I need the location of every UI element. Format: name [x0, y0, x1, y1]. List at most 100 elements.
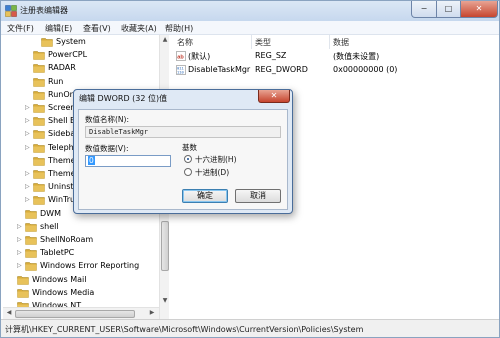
folder-icon: [33, 77, 45, 87]
tree-item-label: PowerCPL: [48, 50, 88, 60]
tree-item-label: Windows Mail: [32, 274, 87, 284]
expand-arrow-icon[interactable]: ▷: [25, 130, 30, 137]
minimize-icon: −: [420, 4, 428, 13]
radio-decimal[interactable]: 十进制(D): [184, 167, 254, 177]
folder-icon: [33, 51, 45, 60]
ok-button[interactable]: 确定: [182, 189, 228, 203]
close-button[interactable]: ✕: [460, 1, 498, 18]
menu-help[interactable]: 帮助(H): [165, 23, 193, 34]
registry-path: 计算机\HKEY_CURRENT_USER\Software\Microsoft…: [5, 325, 364, 334]
radio-hex-button[interactable]: [184, 155, 192, 163]
expand-arrow-icon[interactable]: ▷: [17, 223, 22, 230]
tree-item-label: shell: [40, 221, 59, 231]
maximize-icon: □: [444, 4, 453, 13]
expand-arrow-icon[interactable]: ▷: [25, 144, 30, 151]
dialog-body: 数值名称(N): DisableTaskMgr 数值数据(V): 0 基数 十六…: [78, 109, 288, 210]
folder-icon: [33, 104, 45, 113]
maximize-button[interactable]: □: [436, 1, 461, 18]
expand-arrow-icon[interactable]: ▷: [25, 170, 30, 177]
hscroll-thumb[interactable]: [15, 310, 135, 318]
expand-arrow-icon[interactable]: ▷: [17, 249, 22, 256]
column-divider[interactable]: [251, 35, 252, 49]
tree-item-label: System: [56, 37, 86, 46]
column-header-data[interactable]: 数据: [333, 37, 349, 48]
tree-horizontal-scrollbar[interactable]: ◀ ▶: [3, 307, 159, 319]
tree-item-label: ShellNoRoam: [40, 235, 94, 244]
folder-icon: [33, 183, 45, 192]
expand-arrow-icon[interactable]: ▷: [17, 236, 22, 243]
value-row[interactable]: ab (默认) REG_SZ (数值未设置): [173, 50, 499, 63]
scroll-left-icon[interactable]: ◀: [4, 309, 14, 319]
column-divider[interactable]: [329, 35, 330, 49]
tree-item-label: Windows Media: [32, 287, 95, 297]
tree-item-label: DWM: [40, 208, 61, 218]
value-data: (数值未设置): [333, 52, 380, 61]
dword-value-icon: 011 110: [176, 65, 186, 75]
tree-item-label: TabletPC: [40, 248, 75, 258]
expand-arrow-icon[interactable]: ▷: [25, 104, 30, 111]
radio-decimal-button[interactable]: [184, 168, 192, 176]
menu-file[interactable]: 文件(F): [7, 23, 34, 34]
close-icon: ✕: [270, 91, 278, 100]
folder-icon: [33, 143, 45, 153]
folder-icon: [25, 249, 37, 258]
folder-icon: [25, 236, 37, 245]
folder-icon: [17, 275, 29, 285]
svg-text:110: 110: [177, 72, 185, 75]
close-icon: ✕: [475, 4, 483, 13]
value-type: REG_DWORD: [255, 65, 308, 74]
tree-item-label: Windows Error Reporting: [40, 261, 140, 271]
value-data-label: 数值数据(V):: [85, 144, 129, 153]
folder-icon: [33, 170, 45, 179]
cancel-button[interactable]: 取消: [235, 189, 281, 203]
menu-edit[interactable]: 编辑(E): [45, 23, 72, 34]
string-value-icon: ab: [176, 51, 186, 61]
edit-dword-dialog[interactable]: 编辑 DWORD (32 位)值 ✕ 数值名称(N): DisableTaskM…: [73, 89, 293, 214]
menu-view[interactable]: 查看(V): [83, 23, 111, 34]
value-data-input[interactable]: 0: [85, 155, 171, 167]
value-data-text: 0: [88, 156, 95, 165]
folder-icon: [33, 91, 45, 100]
folder-icon: [25, 262, 37, 272]
folder-icon: [25, 209, 37, 219]
folder-icon: [33, 157, 45, 166]
menu-bar: 文件(F) 编辑(E) 查看(V) 收藏夹(A) 帮助(H): [1, 21, 499, 35]
value-name: (默认): [188, 52, 211, 61]
status-bar: 计算机\HKEY_CURRENT_USER\Software\Microsoft…: [1, 319, 499, 337]
value-data: 0x00000000 (0): [333, 65, 398, 74]
value-name-field: DisableTaskMgr: [85, 126, 281, 138]
value-name: DisableTaskMgr: [188, 65, 251, 74]
folder-icon: [33, 64, 45, 74]
folder-icon: [41, 38, 53, 47]
menu-favorites[interactable]: 收藏夹(A): [121, 23, 157, 34]
value-row[interactable]: 011 110 DisableTaskMgr REG_DWORD 0x00000…: [173, 64, 499, 77]
value-name-label: 数值名称(N):: [85, 115, 129, 124]
tree-item-label: Run: [48, 76, 64, 86]
radio-decimal-label: 十进制(D): [195, 168, 230, 177]
folder-icon: [25, 223, 37, 232]
expand-arrow-icon[interactable]: ▷: [25, 183, 30, 190]
registry-editor-window: 注册表编辑器 − □ ✕ 文件(F) 编辑(E) 查看(V) 收藏夹(A) 帮助…: [0, 0, 500, 338]
scroll-thumb[interactable]: [161, 221, 169, 271]
expand-arrow-icon[interactable]: ▷: [25, 117, 30, 124]
regedit-app-icon: [5, 5, 17, 17]
column-header-type[interactable]: 类型: [255, 37, 271, 48]
window-title: 注册表编辑器: [20, 6, 68, 15]
radio-hex[interactable]: 十六进制(H): [184, 154, 254, 164]
dialog-title: 编辑 DWORD (32 位)值: [79, 94, 168, 103]
scroll-up-icon[interactable]: ▲: [161, 36, 169, 46]
expand-arrow-icon[interactable]: ▷: [25, 196, 30, 203]
scroll-down-icon[interactable]: ▼: [161, 297, 169, 307]
value-type: REG_SZ: [255, 51, 287, 60]
radix-label: 基数: [182, 143, 197, 152]
folder-icon: [17, 289, 29, 298]
minimize-button[interactable]: −: [411, 1, 437, 18]
title-bar[interactable]: 注册表编辑器 − □ ✕: [1, 1, 499, 21]
expand-arrow-icon[interactable]: ▷: [17, 262, 22, 269]
folder-icon: [33, 117, 45, 126]
dialog-close-button[interactable]: ✕: [258, 90, 290, 103]
folder-icon: [33, 130, 45, 140]
column-header-name[interactable]: 名称: [177, 37, 193, 48]
folder-icon: [33, 196, 45, 206]
scroll-right-icon[interactable]: ▶: [147, 309, 157, 319]
